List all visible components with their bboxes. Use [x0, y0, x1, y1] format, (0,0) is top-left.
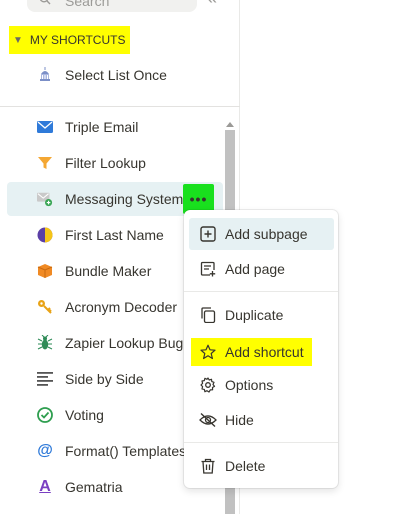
menu-item-add-page[interactable]: Add page: [189, 253, 334, 285]
page-label: Side by Side: [65, 371, 144, 387]
scroll-up-arrow-icon[interactable]: [226, 122, 234, 127]
plus-square-icon: [199, 225, 217, 243]
bug-icon: [37, 335, 53, 351]
shortcut-label: Select List Once: [65, 67, 167, 83]
menu-item-duplicate[interactable]: Duplicate: [189, 299, 334, 331]
divider: [0, 106, 240, 107]
box-icon: [37, 263, 53, 279]
page-label: Filter Lookup: [65, 155, 146, 171]
check-circle-icon: [37, 407, 53, 423]
menu-divider: [184, 442, 338, 443]
funnel-icon: [37, 155, 53, 171]
trash-icon: [199, 457, 217, 475]
at-sign-icon: @: [37, 442, 53, 459]
menu-item-label: Options: [225, 377, 274, 393]
lines-icon: [37, 371, 53, 387]
page-label: Zapier Lookup Bug: [65, 335, 184, 351]
page-label: First Last Name: [65, 227, 164, 243]
section-label: MY SHORTCUTS: [29, 33, 126, 47]
copy-icon: [199, 306, 217, 324]
menu-item-add-subpage[interactable]: Add subpage: [189, 218, 334, 250]
page-label: Bundle Maker: [65, 263, 152, 279]
menu-item-label: Add subpage: [225, 226, 308, 242]
collapse-sidebar-icon[interactable]: «: [207, 0, 217, 9]
menu-item-label: Add shortcut: [225, 344, 304, 360]
menu-item-label: Duplicate: [225, 307, 284, 323]
menu-item-delete[interactable]: Delete: [189, 450, 334, 482]
gear-icon: [199, 376, 217, 394]
page-label: Acronym Decoder: [65, 299, 178, 315]
letter-a-icon: A: [39, 478, 51, 495]
page-label: Gematria: [65, 479, 123, 495]
menu-item-add-shortcut[interactable]: Add shortcut: [189, 336, 334, 368]
menu-divider: [184, 291, 338, 292]
menu-item-label: Hide: [225, 412, 254, 428]
menu-item-options[interactable]: Options: [189, 369, 334, 401]
page-label: Messaging System: [65, 191, 184, 207]
menu-item-label: Delete: [225, 458, 266, 474]
context-menu: Add subpage Add page Duplicate Add short…: [184, 210, 338, 488]
half-moon-icon: [37, 227, 53, 243]
eye-off-icon: [199, 411, 217, 429]
envelope-icon: [37, 119, 53, 135]
section-header-my-shortcuts[interactable]: ▼ MY SHORTCUTS: [9, 26, 130, 54]
star-icon: [199, 343, 217, 361]
page-label: Triple Email: [65, 119, 139, 135]
page-label: Format() Templates: [65, 443, 187, 459]
page-item-filter-lookup[interactable]: Filter Lookup: [7, 146, 223, 180]
page-item-triple-email[interactable]: Triple Email: [7, 110, 223, 144]
capitol-building-icon: [37, 67, 53, 83]
key-icon: [37, 299, 53, 315]
menu-item-label: Add page: [225, 261, 285, 277]
envelope-plus-icon: [37, 191, 53, 207]
search-input[interactable]: Search: [27, 0, 197, 12]
chevron-down-icon: ▼: [13, 34, 23, 46]
search-placeholder: Search: [65, 0, 110, 9]
page-label: Voting: [65, 407, 104, 423]
add-page-icon: [199, 260, 217, 278]
shortcut-item-select-list-once[interactable]: Select List Once: [7, 58, 223, 92]
menu-item-hide[interactable]: Hide: [189, 404, 334, 436]
search-icon: [39, 0, 51, 10]
